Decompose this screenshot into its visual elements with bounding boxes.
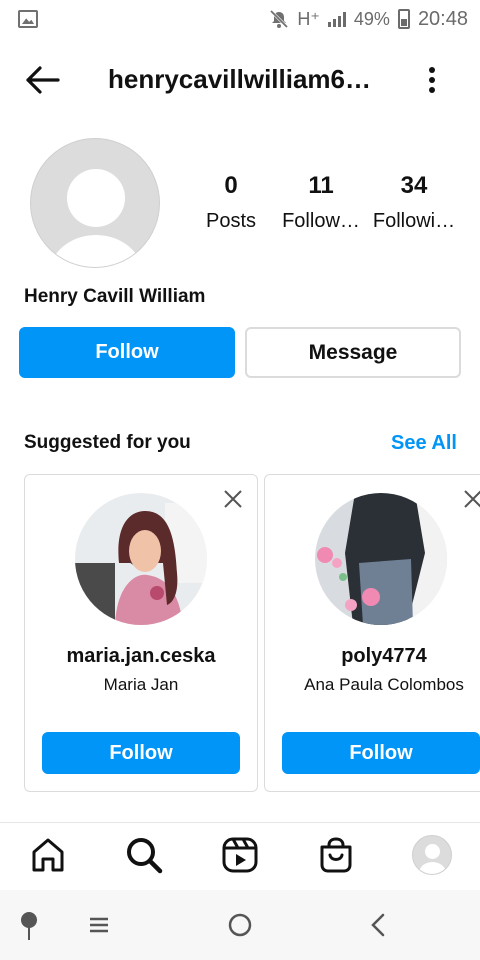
close-icon[interactable] <box>463 489 480 509</box>
status-bar: H⁺ 49% 20:48 <box>0 0 480 38</box>
suggestion-card: maria.jan.ceska Maria Jan Follow <box>24 474 258 792</box>
display-name: Henry Cavill William <box>24 286 206 307</box>
avatar-head <box>67 169 125 227</box>
suggestion-follow-button[interactable]: Follow <box>282 732 480 774</box>
stat-followers[interactable]: 11 Follow… <box>273 172 369 233</box>
suggestion-handle[interactable]: maria.jan.ceska <box>25 645 257 668</box>
suggestion-name: Ana Paula Colombos <box>304 675 464 694</box>
search-icon[interactable] <box>124 835 164 875</box>
profile-avatar-nav[interactable] <box>412 835 452 875</box>
header-username: henrycavillwilliam6… <box>108 64 372 94</box>
following-count: 34 <box>400 172 428 199</box>
gallery-icon <box>18 10 38 28</box>
home-circle-icon[interactable] <box>226 910 254 940</box>
suggestion-handle[interactable]: poly4774 <box>265 645 480 668</box>
reels-icon[interactable] <box>220 835 260 875</box>
system-nav-bar <box>0 890 480 960</box>
suggestion-follow-button[interactable]: Follow <box>42 732 240 774</box>
posts-count: 0 <box>224 172 238 199</box>
clock: 20:48 <box>417 7 468 30</box>
status-right: H⁺ 49% 20:48 <box>269 8 468 31</box>
following-label: Followi… <box>372 210 456 232</box>
message-button[interactable]: Message <box>245 327 461 378</box>
home-icon[interactable] <box>28 835 68 875</box>
back-chevron-icon[interactable] <box>368 910 388 940</box>
assistant-icon[interactable] <box>18 910 40 940</box>
bottom-divider <box>0 822 480 823</box>
arrow-left-icon[interactable] <box>22 64 62 96</box>
suggestion-card: poly4774 Ana Paula Colombos Follow <box>264 474 480 792</box>
followers-label: Follow… <box>282 210 360 232</box>
suggestion-name: Maria Jan <box>103 675 179 694</box>
avatar-head <box>425 844 440 859</box>
avatar-body <box>49 235 143 267</box>
suggestion-avatar[interactable] <box>315 493 447 625</box>
more-vertical-icon[interactable] <box>420 62 444 98</box>
stat-following[interactable]: 34 Followi… <box>366 172 462 233</box>
network-type: H⁺ <box>297 8 320 29</box>
suggestion-avatar[interactable] <box>75 493 207 625</box>
see-all-link[interactable]: See All <box>391 432 457 455</box>
followers-count: 11 <box>308 172 334 199</box>
recents-icon[interactable] <box>86 910 112 940</box>
profile-avatar[interactable] <box>30 138 160 268</box>
shop-icon[interactable] <box>316 835 356 875</box>
suggested-title: Suggested for you <box>24 432 191 453</box>
signal-icon <box>327 11 346 27</box>
profile-header: henrycavillwilliam6… <box>0 52 480 108</box>
battery-icon <box>397 9 410 29</box>
mute-icon <box>270 9 289 29</box>
close-icon[interactable] <box>223 489 243 509</box>
avatar-body <box>419 862 446 874</box>
stat-posts[interactable]: 0 Posts <box>183 172 279 233</box>
follow-button[interactable]: Follow <box>19 327 235 378</box>
battery-percent: 49% <box>353 8 390 29</box>
posts-label: Posts <box>205 210 257 232</box>
